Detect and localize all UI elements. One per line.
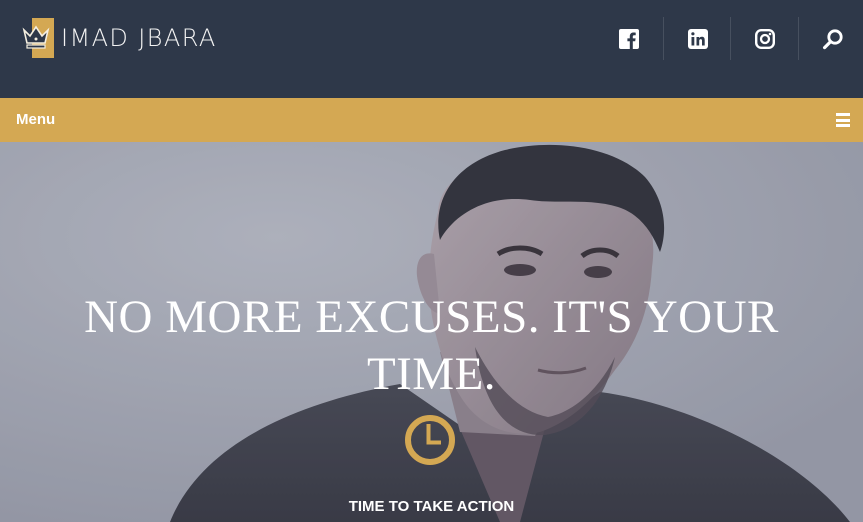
crown-icon — [21, 18, 54, 58]
search-button[interactable] — [798, 17, 863, 60]
linkedin-link[interactable] — [663, 17, 732, 60]
hero-subtitle: TIME TO TAKE ACTION — [348, 498, 515, 515]
hero-title: NO MORE EXCUSES. IT'S YOUR TIME. — [84, 291, 779, 400]
hamburger-icon[interactable] — [836, 113, 850, 127]
search-icon — [822, 28, 843, 49]
facebook-link[interactable] — [595, 17, 663, 60]
site-header: IMAD JBARA — [0, 0, 863, 98]
menu-bar[interactable]: Menu — [0, 98, 863, 142]
linkedin-icon — [688, 28, 708, 49]
hero-section: NO MORE EXCUSES. IT'S YOUR TIME. TIME TO… — [0, 142, 863, 522]
menu-label: Menu — [16, 111, 56, 128]
facebook-icon — [619, 28, 639, 49]
site-logo[interactable]: IMAD JBARA — [21, 18, 217, 58]
instagram-icon — [755, 28, 775, 49]
site-name: IMAD JBARA — [61, 24, 217, 52]
instagram-link[interactable] — [730, 17, 799, 60]
clock-icon — [405, 415, 455, 465]
